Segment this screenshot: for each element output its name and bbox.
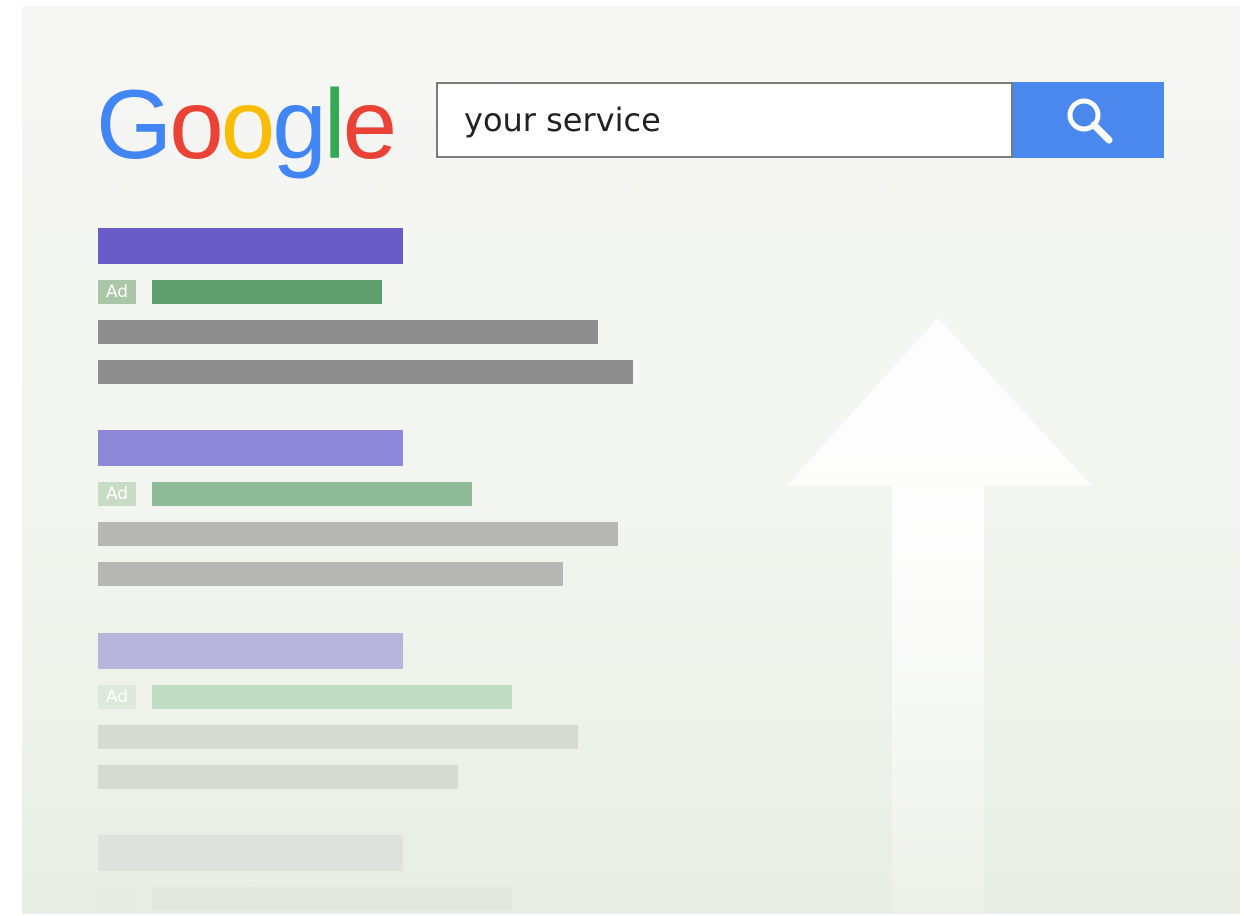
logo-letter-g: G: [96, 69, 172, 179]
up-arrow-icon: [786, 318, 1092, 914]
result-snippet-line: [98, 320, 598, 344]
search-results-illustration: Google Ad Ad Ad: [22, 6, 1240, 914]
result-snippet-line: [98, 360, 633, 384]
ad-badge: Ad: [98, 482, 136, 506]
result-url-bar: [152, 887, 512, 911]
result-title-bar: [98, 633, 403, 669]
result-title-bar: [98, 835, 403, 871]
search-bar: [436, 82, 1164, 158]
result-snippet-line: [98, 765, 458, 789]
logo-letter-g2: g: [272, 69, 326, 179]
result-url-bar: [152, 280, 382, 304]
result-title-bar: [98, 228, 403, 264]
result-snippet-line: [98, 522, 618, 546]
result-snippet-line: [98, 562, 563, 586]
result-snippet-line: [98, 725, 578, 749]
logo-letter-e: e: [342, 69, 397, 179]
result-url-bar: [152, 482, 472, 506]
logo-letter-o2: o: [220, 69, 275, 179]
search-input[interactable]: [436, 82, 1013, 158]
search-button[interactable]: [1013, 82, 1164, 158]
google-logo: Google: [96, 64, 397, 184]
ad-badge: [98, 887, 136, 911]
logo-letter-l: l: [323, 69, 346, 179]
result-url-bar: [152, 685, 512, 709]
logo-letter-o1: o: [169, 69, 223, 179]
magnifier-icon: [1067, 98, 1112, 144]
result-title-bar: [98, 430, 403, 466]
ad-badge: Ad: [98, 685, 136, 709]
ad-badge: Ad: [98, 280, 136, 304]
